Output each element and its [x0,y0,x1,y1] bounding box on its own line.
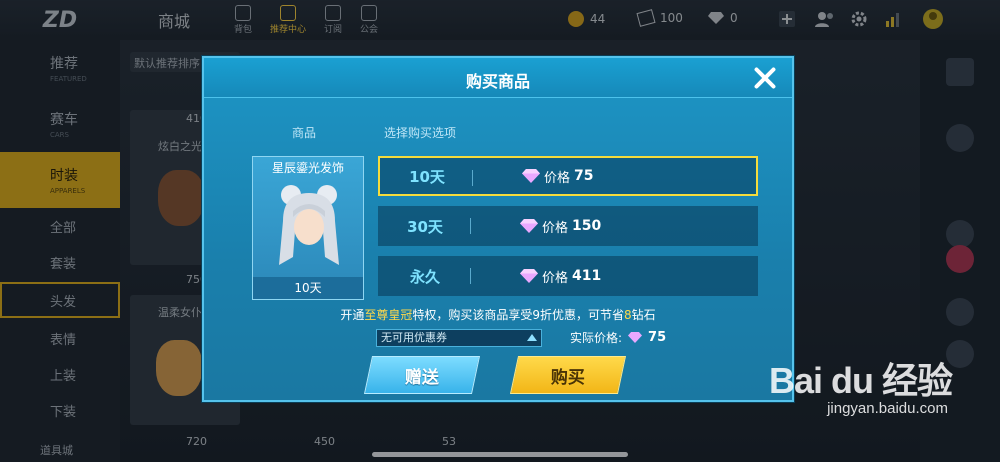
diamond-icon [522,169,540,183]
option-30-days[interactable]: 30天 价格 150 [378,206,758,246]
hair-accessory-image [279,185,339,265]
dialog-header: 购买商品 [204,58,792,98]
home-indicator[interactable] [372,452,628,457]
coupon-select[interactable]: 无可用优惠券 [376,329,542,347]
column-label-item: 商品 [292,126,317,140]
baidu-watermark: Bai du 经验 [768,360,953,401]
diamond-icon [520,219,538,233]
item-duration: 10天 [253,277,363,299]
buy-button-label: 购买 [551,367,585,388]
vip-promo-text: 开通至尊皇冠特权，购买该商品享受9折优惠，可节省8钻石 [204,306,792,323]
chevron-up-icon [527,334,537,341]
option-divider [470,218,471,234]
purchase-dialog: 购买商品 商品 选择购买选项 星辰鎏光发饰 10天 10天 价格 75 30天 … [202,56,794,402]
promo-vip-link[interactable]: 至尊皇冠 [364,308,412,322]
promo-prefix: 开通 [340,308,365,322]
option-duration: 30天 [407,217,443,236]
price-value: 411 [572,268,602,284]
column-label-options: 选择购买选项 [384,126,457,140]
option-price: 价格 411 [520,256,601,296]
price-label: 价格 [542,220,569,236]
option-divider [470,268,471,284]
price-value: 75 [574,168,594,184]
option-duration: 永久 [409,267,440,286]
buy-button[interactable]: 购买 [509,356,627,394]
promo-suffix: 钻石 [631,308,656,322]
option-divider [472,170,473,186]
option-duration: 10天 [409,167,445,186]
option-permanent[interactable]: 永久 价格 411 [378,256,758,296]
baidu-watermark-url: jingyan.baidu.com [827,400,948,417]
option-price: 价格 150 [520,206,601,246]
gift-button-label: 赠送 [405,367,439,388]
option-price: 价格 75 [522,158,594,194]
gift-button[interactable]: 赠送 [363,356,481,394]
diamond-icon [520,269,538,283]
actual-price-label: 实际价格: [570,331,623,345]
price-label: 价格 [544,170,571,186]
item-name: 星辰鎏光发饰 [271,161,344,175]
price-value: 150 [572,218,602,234]
price-label: 价格 [542,270,569,286]
close-button[interactable] [749,62,781,94]
item-preview-card: 星辰鎏光发饰 10天 [252,156,364,300]
actual-price-value: 75 [648,330,667,345]
dialog-title: 购买商品 [465,72,530,91]
promo-savings: 8 [624,308,632,322]
actual-price: 实际价格: 75 [570,329,666,346]
coupon-value: 无可用优惠券 [381,331,447,344]
option-10-days[interactable]: 10天 价格 75 [378,156,758,196]
diamond-icon [628,332,643,343]
promo-middle: 特权，购买该商品享受9折优惠，可节省 [412,308,624,322]
